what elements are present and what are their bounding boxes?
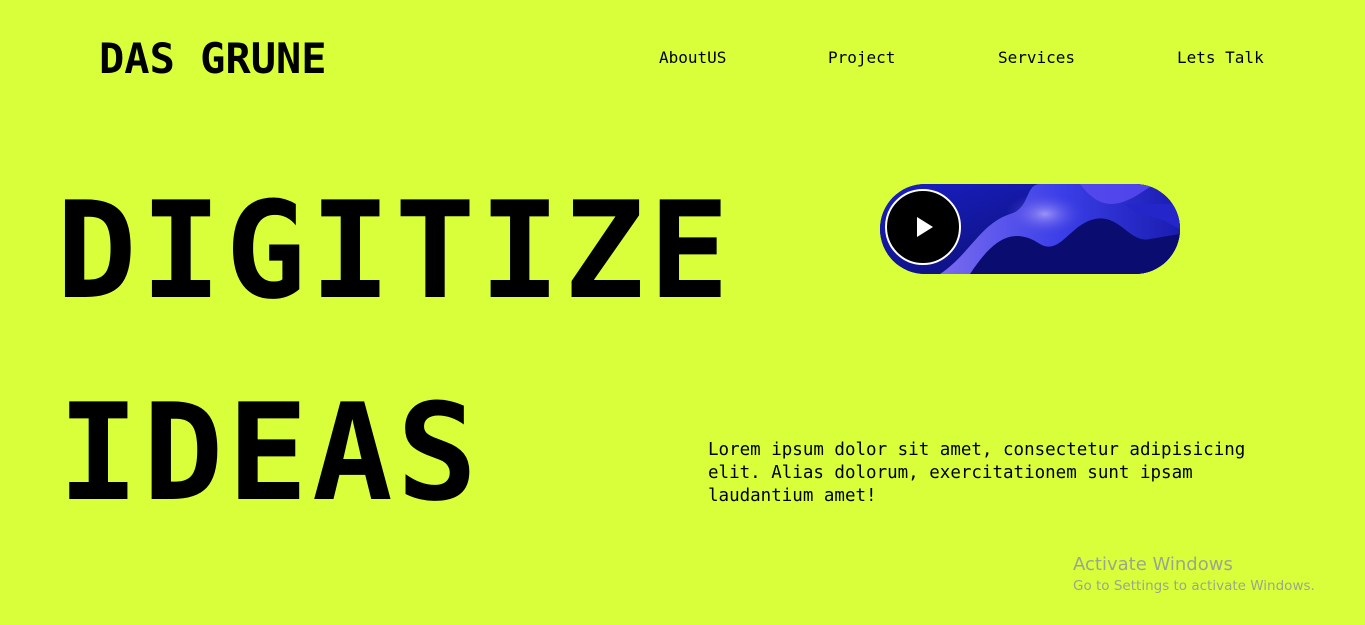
hero-description: Lorem ipsum dolor sit amet, consectetur … xyxy=(708,440,1246,506)
nav-link-lets-talk[interactable]: Lets Talk xyxy=(1177,48,1264,68)
hero-heading-line-2: IDEAS xyxy=(58,375,482,531)
play-icon xyxy=(917,217,933,237)
nav-link-project[interactable]: Project xyxy=(828,48,895,68)
nav-link-services[interactable]: Services xyxy=(998,48,1075,68)
activate-windows-subtitle: Go to Settings to activate Windows. xyxy=(1073,578,1315,594)
activate-windows-title: Activate Windows xyxy=(1073,554,1233,575)
nav-link-about-us[interactable]: AboutUS xyxy=(659,48,726,68)
activate-windows-watermark: Activate Windows Go to Settings to activ… xyxy=(1073,554,1315,596)
video-preview[interactable] xyxy=(880,184,1180,274)
site-logo[interactable]: DAS GRUNE xyxy=(99,34,327,84)
play-button[interactable] xyxy=(885,189,961,265)
hero-heading-line-1: DIGITIZE xyxy=(56,173,734,329)
